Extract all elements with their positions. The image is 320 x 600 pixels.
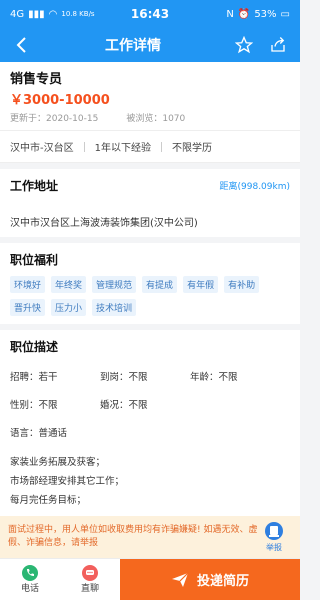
battery-icon: ▭ [280, 8, 290, 20]
job-tags: 汉中市-汉台区 1年以下经验 不限学历 [0, 130, 300, 163]
description-section: 职位描述 招聘：若干 到岗：不限 年龄：不限 性别：不限 婚况：不限 语言：普通… [0, 330, 300, 520]
start-date: 到岗：不限 [100, 372, 148, 383]
marital-requirement: 婚况：不限 [100, 400, 148, 411]
job-salary: ￥3000-10000 [10, 93, 110, 108]
network-speed: 10.8 KB/s [61, 10, 95, 18]
fraud-warning-text: 面试过程中，用人单位如收取费用均有诈骗嫌疑! 如遇无效、虚假、诈骗信息，请举报 [8, 525, 258, 548]
benefit-tag: 有提成 [142, 276, 178, 293]
benefit-tag: 技术培训 [92, 299, 137, 316]
signal-icon: ▮▮▮ [28, 8, 45, 20]
gender-requirement: 性别：不限 [10, 400, 58, 411]
star-icon [235, 36, 253, 54]
phone-button[interactable]: 电话 [0, 559, 60, 600]
favorite-button[interactable] [230, 31, 258, 59]
battery-percent: 53% [254, 8, 277, 20]
duty-item: 市场部经理安排其它工作； [10, 476, 125, 487]
report-label: 举报 [266, 543, 282, 552]
job-title: 销售专员 [10, 72, 63, 87]
updated-info: 更新于：2020-10-15 [10, 111, 98, 124]
job-header-card: 销售专员 ￥3000-10000 更新于：2020-10-15 被浏览：1070… [0, 62, 300, 163]
apply-resume-button[interactable]: 投递简历 [120, 559, 300, 600]
address-title: 工作地址 [10, 179, 59, 193]
views-count: 1070 [162, 114, 186, 124]
benefit-tag: 年终奖 [51, 276, 87, 293]
location-tag: 汉中市-汉台区 [10, 143, 74, 154]
report-icon [265, 522, 283, 540]
benefits-section: 职位福利 环境好 年终奖 管理规范 有提成 有年假 有补助 晋升快 压力小 技术… [0, 243, 300, 324]
experience-tag: 1年以下经验 [94, 143, 151, 154]
empty-cell [190, 397, 280, 411]
benefit-tag: 压力小 [51, 299, 87, 316]
language-requirement: 语言：普通话 [10, 428, 68, 439]
recruit-count: 招聘：若干 [10, 372, 58, 383]
alarm-icon: ⏰ [237, 8, 251, 20]
benefit-tag: 晋升快 [10, 299, 46, 316]
share-icon [271, 37, 285, 52]
fraud-warning-bar: 面试过程中，用人单位如收取费用均有诈骗嫌疑! 如遇无效、虚假、诈骗信息，请举报 … [0, 516, 300, 558]
description-grid: 招聘：若干 到岗：不限 年龄：不限 性别：不限 婚况：不限 [10, 369, 290, 411]
send-icon [171, 572, 189, 587]
age-requirement: 年龄：不限 [190, 372, 238, 383]
phone-icon [22, 565, 38, 581]
nav-bar: 工作详情 [0, 28, 300, 62]
benefit-tag: 有年假 [183, 276, 219, 293]
benefits-list: 环境好 年终奖 管理规范 有提成 有年假 有补助 晋升快 压力小 技术培训 [10, 276, 290, 316]
report-button[interactable]: 举报 [264, 521, 284, 553]
wifi-icon: ◠ [48, 8, 58, 20]
duties-list: 家装业务拓展及获客； 市场部经理安排其它工作； 每月完任务目标； [10, 453, 290, 510]
duty-item: 每月完任务目标； [10, 495, 87, 506]
views-info: 被浏览：1070 [126, 111, 185, 124]
divider [83, 141, 85, 152]
views-label: 被浏览： [126, 114, 163, 124]
updated-label: 更新于： [10, 114, 47, 124]
updated-date: 2020-10-15 [46, 114, 99, 124]
signal-label: 4G [10, 8, 25, 20]
benefit-tag: 有补助 [224, 276, 260, 293]
bottom-action-bar: 电话 直聊 投递简历 [0, 558, 300, 600]
share-button[interactable] [264, 31, 292, 59]
duty-item: 家装业务拓展及获客； [10, 457, 106, 468]
back-button[interactable] [8, 31, 36, 59]
back-icon [16, 37, 26, 53]
page-title: 工作详情 [105, 38, 161, 54]
chat-label: 直聊 [80, 584, 99, 594]
description-title: 职位描述 [10, 340, 59, 354]
apply-label: 投递简历 [196, 574, 249, 589]
education-tag: 不限学历 [171, 143, 212, 154]
phone-label: 电话 [20, 584, 39, 594]
status-bar: 4G ▮▮▮ ◠ 10.8 KB/s 16:43 N ⏰ 53% ▭ [0, 0, 300, 28]
benefit-tag: 管理规范 [92, 276, 137, 293]
chat-button[interactable]: 直聊 [60, 559, 120, 600]
distance-link[interactable]: 距离(998.09km) [220, 179, 291, 192]
address-section: 工作地址 距离(998.09km) 汉中市汉台区上海波涛装饰集团(汉中公司) [0, 169, 300, 237]
benefits-title: 职位福利 [10, 253, 59, 267]
divider [160, 141, 162, 152]
address-text: 汉中市汉台区上海波涛装饰集团(汉中公司) [10, 218, 198, 229]
nfc-icon: N [226, 8, 234, 20]
chat-icon [82, 565, 98, 581]
benefit-tag: 环境好 [10, 276, 46, 293]
